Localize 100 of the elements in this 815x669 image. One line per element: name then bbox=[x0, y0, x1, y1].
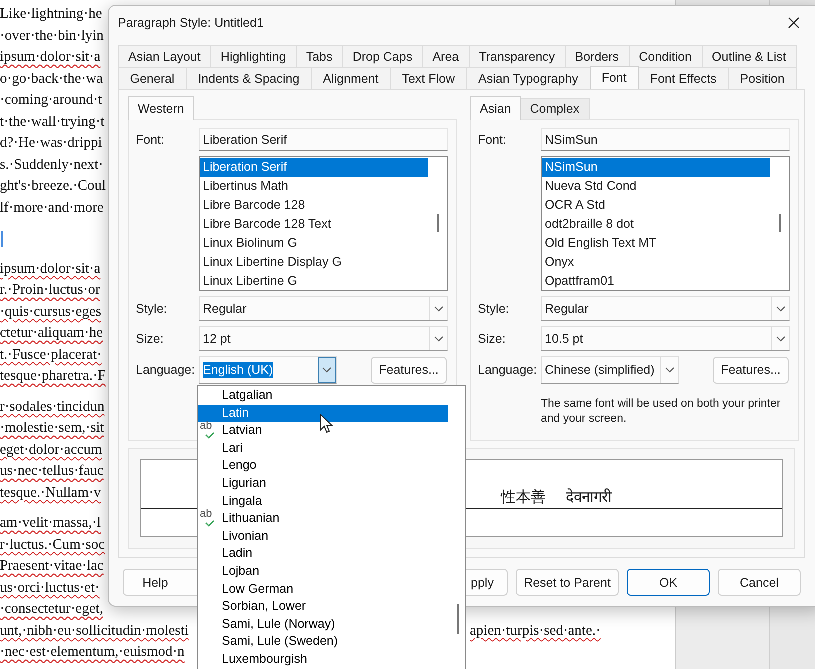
language-dropdown[interactable]: Chinese (simplified) bbox=[541, 356, 679, 384]
tab[interactable]: General bbox=[118, 67, 187, 89]
language-option[interactable]: Sami, Lule (Norway) bbox=[198, 616, 448, 634]
font-list-item[interactable]: OCR A Std bbox=[542, 196, 770, 215]
scrollbar-thumb[interactable] bbox=[437, 214, 439, 232]
dialog-button[interactable]: pply bbox=[464, 569, 508, 596]
size-dropdown[interactable]: 12 pt bbox=[199, 326, 448, 351]
document-text: r·luctus.·Cum·soc bbox=[0, 536, 106, 554]
tab[interactable]: Drop Caps bbox=[342, 45, 424, 67]
field-label: Language: bbox=[478, 363, 538, 377]
chevron-down-icon bbox=[434, 306, 444, 312]
tab[interactable]: Complex bbox=[520, 98, 590, 119]
font-list-item[interactable]: Old English Text MT bbox=[542, 234, 770, 253]
document-text: tesque.·Nullam·v bbox=[0, 484, 102, 502]
language-option[interactable]: Ligurian bbox=[198, 474, 448, 493]
tab[interactable]: Indents & Spacing bbox=[186, 67, 312, 89]
font-list[interactable]: Liberation Serif Libertinus Math Libre Barcode 128 Libre Barcode 128 Text Linux Biolinum G Linux Libertine Display G Linux Libertine G bbox=[199, 156, 448, 291]
document-text: Like·lightning·he bbox=[0, 5, 102, 24]
tab[interactable]: Font bbox=[590, 66, 640, 89]
font-list-item[interactable]: Libre Barcode 128 Text bbox=[200, 215, 428, 234]
tab[interactable]: Asian bbox=[470, 96, 522, 120]
tab[interactable]: Borders bbox=[564, 45, 630, 67]
font-list-item[interactable]: odt2braille 8 dot bbox=[542, 215, 770, 234]
chevron-down-icon bbox=[434, 336, 444, 342]
style-dropdown[interactable]: Regular bbox=[199, 296, 448, 321]
font-list-item[interactable]: Libertinus Math bbox=[200, 177, 428, 196]
document-text: us·orci·luctus·et· bbox=[0, 578, 100, 598]
language-option[interactable]: Lojban bbox=[198, 562, 448, 581]
language-option[interactable]: Latgalian bbox=[198, 387, 448, 405]
dialog-button[interactable]: Reset to Parent bbox=[516, 569, 619, 596]
language-option[interactable]: Ladin bbox=[198, 545, 448, 563]
language-option[interactable]: Low German bbox=[198, 580, 448, 598]
font-list-item[interactable]: Opattfram01 bbox=[542, 272, 770, 291]
document-text: t.·Fusce·placerat· bbox=[0, 346, 102, 364]
tab[interactable]: Western bbox=[128, 96, 194, 120]
dialog-button[interactable]: OK bbox=[627, 569, 710, 596]
language-option[interactable]: Lengo bbox=[198, 457, 448, 475]
field-label: Style: bbox=[478, 302, 510, 316]
size-dropdown[interactable]: 10.5 pt bbox=[541, 326, 790, 351]
language-option[interactable]: Luxembourgish bbox=[198, 650, 448, 668]
language-option[interactable]: Sorbian, Lower bbox=[198, 598, 448, 616]
tab[interactable]: Transparency bbox=[468, 45, 566, 67]
tab[interactable]: Position bbox=[728, 67, 798, 89]
language-option[interactable]: Lari bbox=[198, 440, 448, 458]
tab[interactable]: Alignment bbox=[310, 67, 391, 89]
field-label: Style: bbox=[136, 302, 168, 316]
field-label: Font: bbox=[136, 132, 166, 146]
chevron-down-icon bbox=[776, 336, 786, 342]
field-label: Language: bbox=[136, 363, 196, 377]
document-text: ·quis·cursus·eges bbox=[0, 302, 102, 322]
tab[interactable]: Font Effects bbox=[638, 67, 730, 89]
document-text: ·coming·around·t bbox=[0, 91, 102, 110]
scrollbar-thumb[interactable] bbox=[779, 214, 781, 232]
document-text: t·the·wall·trying·t bbox=[0, 112, 105, 132]
language-option[interactable]: ab Lithuanian bbox=[198, 510, 448, 528]
tab[interactable]: Outline & List bbox=[702, 45, 797, 67]
tab[interactable]: Area bbox=[422, 45, 470, 67]
document-text: Praesent·vitae·lac bbox=[0, 557, 104, 576]
font-list-item[interactable]: NSimSun bbox=[542, 158, 770, 177]
tab[interactable]: Text Flow bbox=[390, 67, 468, 89]
font-list-item[interactable]: Onyx bbox=[542, 253, 770, 272]
dialog-button[interactable]: Help bbox=[123, 569, 197, 596]
tab[interactable]: Asian Layout bbox=[118, 45, 212, 67]
tab[interactable]: Tabs bbox=[296, 45, 344, 67]
font-list-item[interactable]: Nueva Std Cond bbox=[542, 177, 770, 196]
document-text: ght's·breeze.·Coul bbox=[0, 177, 106, 196]
field-label: Size: bbox=[136, 332, 165, 346]
font-field[interactable]: NSimSun bbox=[541, 128, 790, 151]
document-text: ·nec·est·elementum,·euismod·n bbox=[0, 643, 185, 662]
language-option[interactable]: Lingala bbox=[198, 492, 448, 510]
dialog-button[interactable]: Cancel bbox=[718, 569, 801, 596]
document-text: ipsum·dolor·sit·a bbox=[0, 48, 101, 67]
language-option[interactable]: Sami, Lule (Sweden) bbox=[198, 633, 448, 651]
features-button[interactable]: Features... bbox=[371, 356, 447, 384]
close-icon[interactable] bbox=[788, 17, 800, 29]
chevron-down-icon bbox=[322, 367, 332, 373]
font-field[interactable]: Liberation Serif bbox=[199, 128, 448, 151]
features-button[interactable]: Features... bbox=[713, 356, 789, 384]
scrollbar-thumb[interactable] bbox=[457, 604, 459, 634]
language-option[interactable]: Latin bbox=[198, 404, 448, 422]
language-option[interactable]: Livonian bbox=[198, 528, 448, 546]
language-dropdown[interactable]: English (UK) bbox=[199, 356, 337, 384]
font-list[interactable]: NSimSun Nueva Std Cond OCR A Std odt2braille 8 dot Old English Text MT Onyx Opattfram01 bbox=[541, 156, 790, 291]
chevron-down-icon bbox=[664, 367, 674, 373]
font-list-item[interactable]: Linux Libertine Display G bbox=[200, 253, 428, 272]
document-text: o·go·back·the·wa bbox=[0, 70, 104, 88]
style-dropdown[interactable]: Regular bbox=[541, 296, 790, 321]
font-list-item[interactable]: Linux Libertine G bbox=[200, 272, 428, 291]
font-list-item[interactable]: Libre Barcode 128 bbox=[200, 196, 428, 215]
document-text: r.·Proin·luctus·or bbox=[0, 281, 100, 300]
tab[interactable]: Condition bbox=[628, 45, 702, 67]
font-list-item[interactable]: Liberation Serif bbox=[200, 158, 428, 177]
language-option[interactable]: ab Latvian bbox=[198, 422, 448, 440]
info-text: The same font will be used on both your printer and your screen. bbox=[541, 397, 781, 427]
font-list-item[interactable]: Linux Biolinum G bbox=[200, 234, 428, 253]
document-text: ipsum·dolor·sit·a bbox=[0, 260, 101, 278]
mouse-pointer-icon bbox=[320, 414, 333, 434]
tab[interactable]: Asian Typography bbox=[466, 67, 591, 89]
document-text: ·molestie·sem,·sit bbox=[0, 419, 104, 438]
tab[interactable]: Highlighting bbox=[210, 45, 297, 67]
